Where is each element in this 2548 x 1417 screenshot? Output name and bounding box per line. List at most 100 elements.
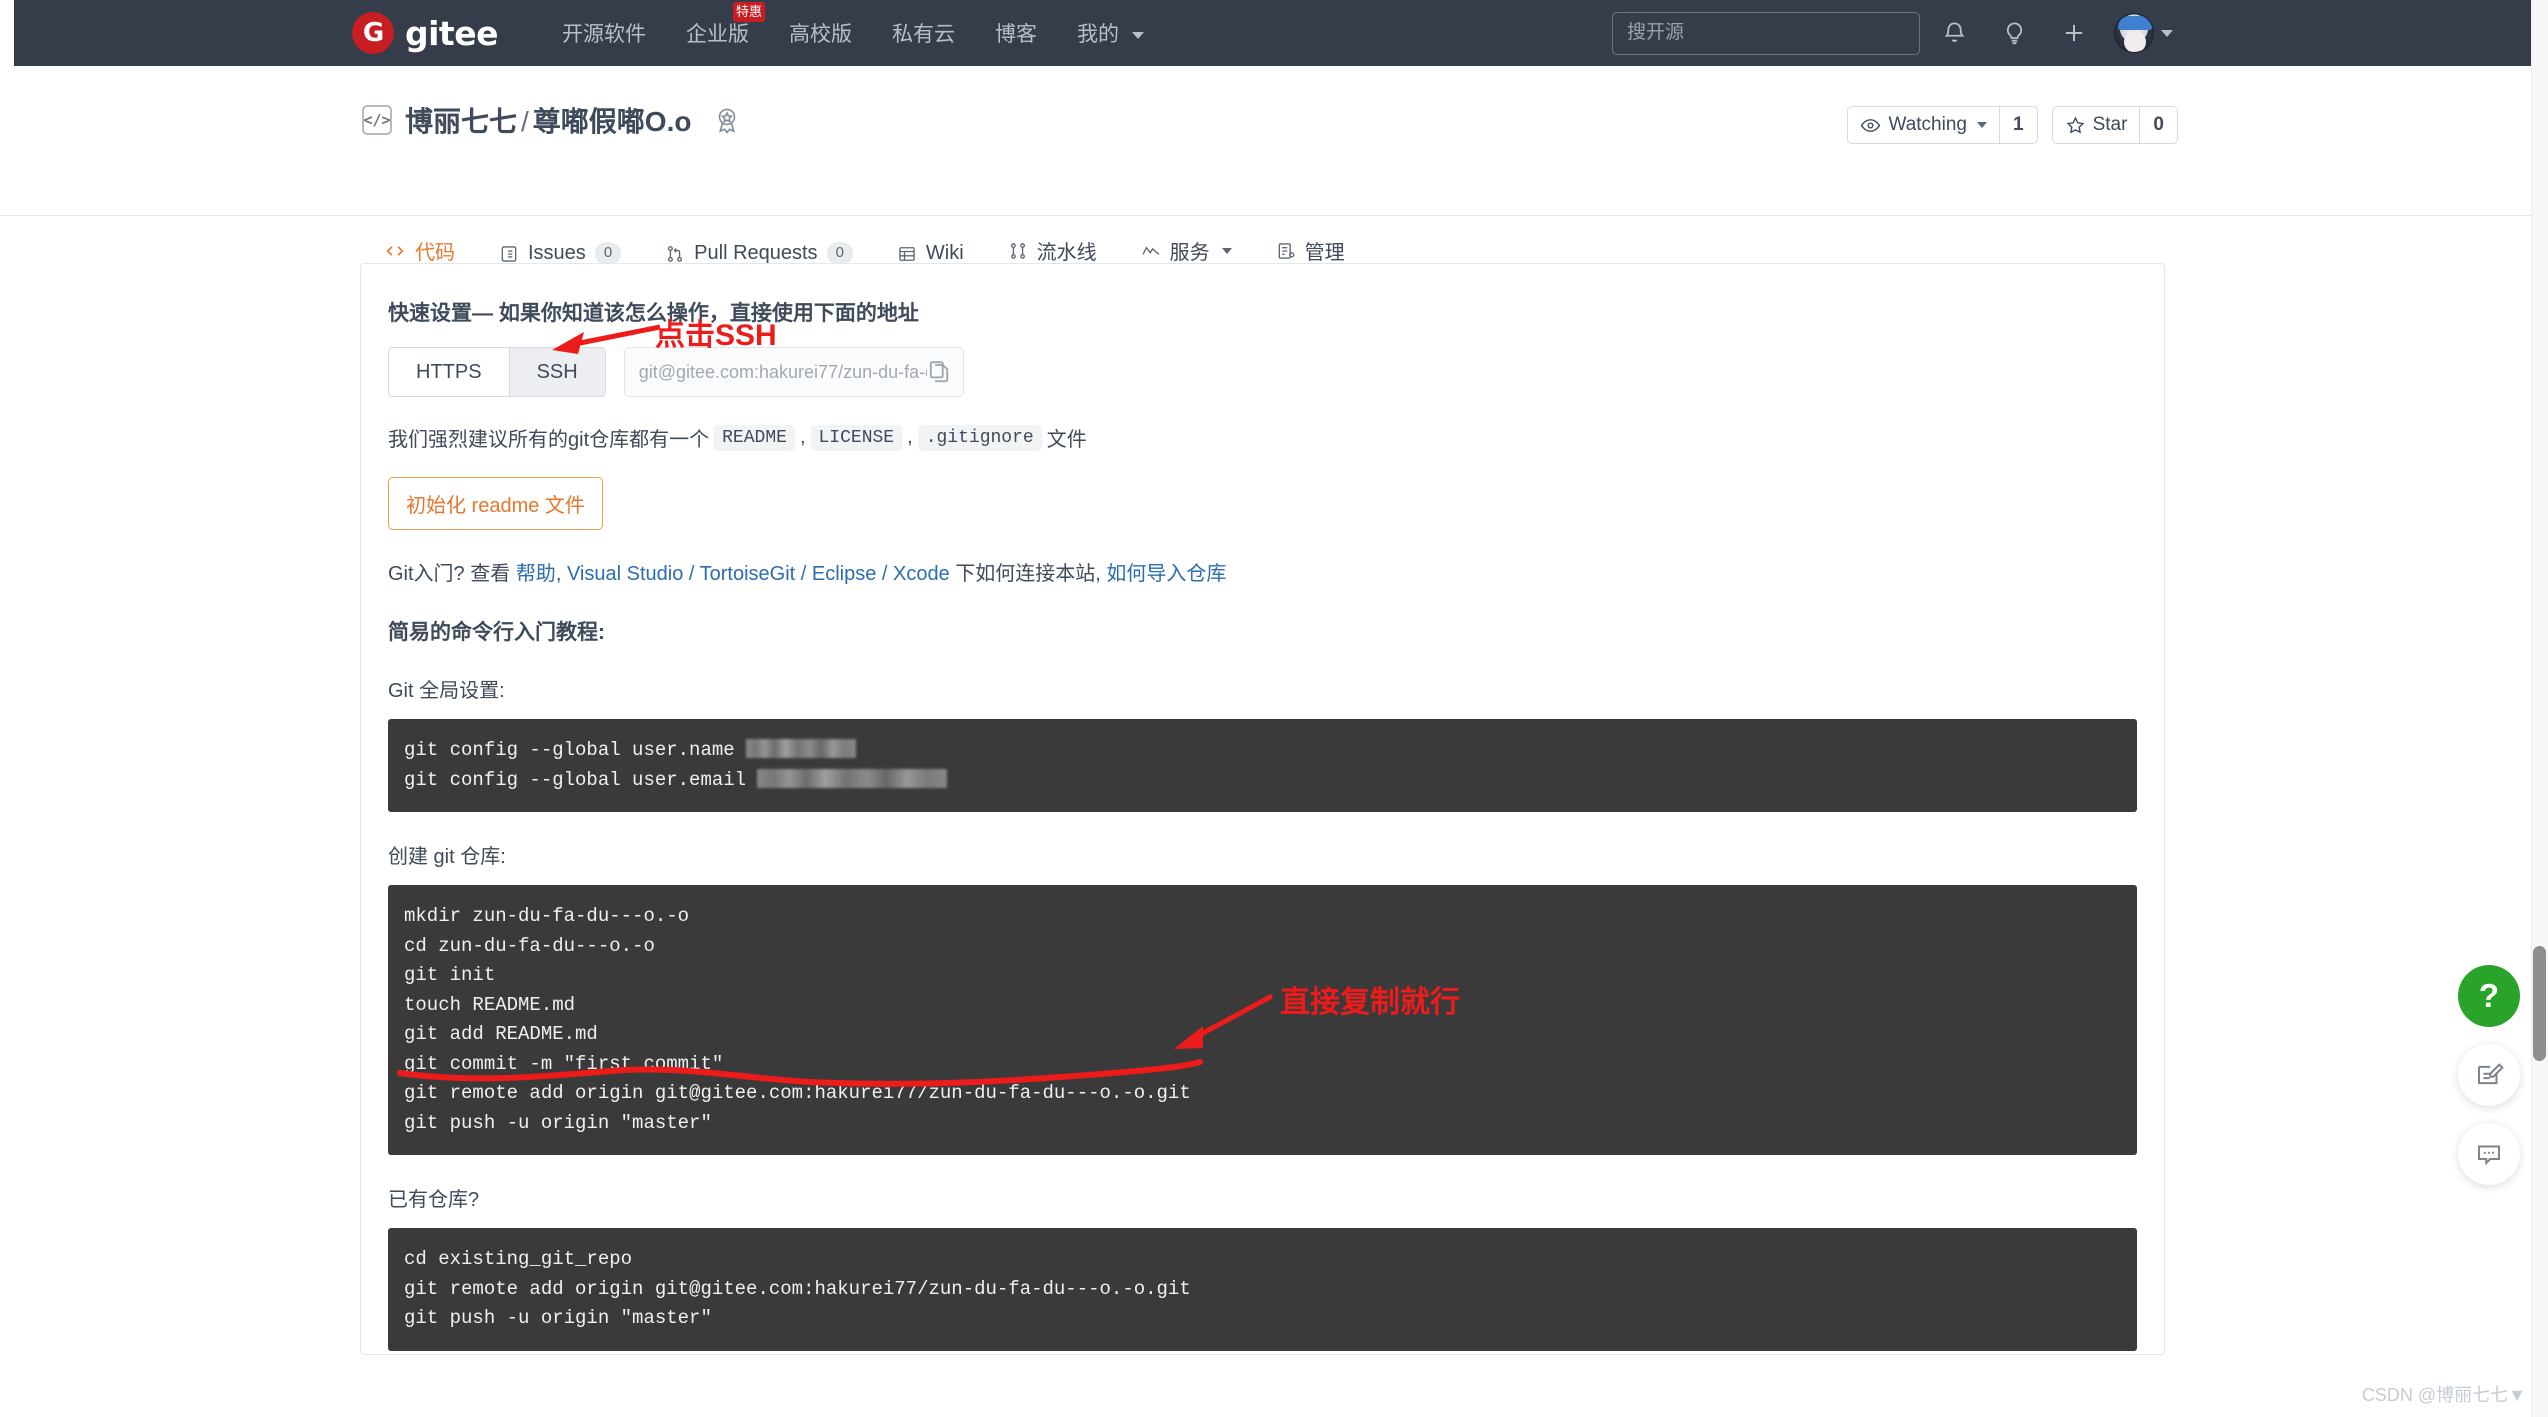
star-button[interactable]: Star [2052,106,2141,144]
nav-link-label: 企业版 [686,23,749,46]
issue-icon [499,244,519,264]
file-chip-license: LICENSE [811,425,903,451]
import-repo-link[interactable]: 如何导入仓库 [1106,563,1226,585]
copy-icon[interactable] [927,359,953,385]
git-help-comma: , [556,563,562,585]
repo-name-link[interactable]: 尊嘟假嘟O.o [533,106,692,137]
clone-url-field[interactable]: git@gitee.com:hakurei77/zun-du-fa-du---o… [624,347,964,397]
user-menu[interactable] [2114,13,2173,53]
create-repo-code: mkdir zun-du-fa-du---o.-o cd zun-du-fa-d… [388,902,2137,1138]
comma-1: , [800,426,806,449]
tutorial-heading: 简易的命令行入门教程: [388,616,2137,646]
help-button[interactable]: ? [2458,965,2520,1027]
git-help-middle: 下如何连接本站, [955,563,1101,585]
star-count[interactable]: 0 [2140,106,2178,144]
quickstart-panel: 快速设置— 如果你知道该怎么操作，直接使用下面的地址 HTTPS SSH git… [360,263,2165,1355]
nav-link-mine[interactable]: 我的 [1057,18,1164,48]
existing-repo-code: cd existing_git_repo git remote add orig… [388,1245,2137,1334]
redacted-username [746,739,856,758]
chevron-down-icon [1222,248,1232,254]
promo-badge: 特惠 [733,2,765,22]
clone-url-row: HTTPS SSH git@gitee.com:hakurei77/zun-du… [388,347,2137,397]
global-config-code-block[interactable]: git config --global user.name git config… [388,719,2137,812]
watch-count[interactable]: 1 [2000,106,2038,144]
nav-link-label: 博客 [995,23,1037,46]
nav-link-university[interactable]: 高校版 [769,18,872,48]
tab-label: 流水线 [1037,236,1097,265]
git-help-prefix: Git入门? [388,563,465,585]
create-repo-code-block[interactable]: mkdir zun-du-fa-du---o.-o cd zun-du-fa-d… [388,885,2137,1155]
recommend-files-line: 我们强烈建议所有的git仓库都有一个 README , LICENSE , .g… [388,423,2137,452]
plus-icon[interactable] [2048,11,2100,55]
https-button[interactable]: HTTPS [388,347,510,397]
pipeline-icon [1008,241,1028,261]
chevron-down-icon [2161,30,2173,37]
page-title: 博丽七七/尊嘟假嘟O.o [405,100,691,140]
quickstart-title: 快速设置— 如果你知道该怎么操作，直接使用下面的地址 [388,297,2137,327]
gitee-logo-icon: G [352,12,394,54]
chevron-down-icon [1132,32,1144,39]
nav-link-label: 我的 [1077,23,1119,46]
csdn-watermark: CSDN @博丽七七▼ [2362,1381,2526,1407]
pr-icon [665,244,685,264]
git-help-view: 查看 [470,563,510,585]
code-line-useremail: git config --global user.email [388,766,2137,796]
floating-action-buttons: ? [2458,965,2520,1185]
existing-repo-label: 已有仓库? [388,1183,2137,1212]
feedback-button[interactable] [2458,1044,2520,1106]
code-line-username: git config --global user.name [388,736,2137,766]
tab-label: Issues [528,242,586,265]
nav-links: 开源软件 特惠 企业版 高校版 私有云 博客 我的 [542,18,1164,48]
tab-label: 代码 [415,236,455,265]
breadcrumb: </> 博丽七七/尊嘟假嘟O.o [362,100,742,140]
nav-link-enterprise[interactable]: 特惠 企业版 [666,18,769,48]
existing-repo-code-block[interactable]: cd existing_git_repo git remote add orig… [388,1228,2137,1351]
chevron-down-icon [1977,122,1987,128]
page-scrollbar-track[interactable] [2531,0,2548,1417]
tab-count: 0 [595,242,621,265]
git-help-line: Git入门? 查看 帮助, Visual Studio / TortoiseGi… [388,557,2137,586]
nav-link-label: 开源软件 [562,23,646,46]
tab-label: Pull Requests [694,242,817,265]
manage-icon [1276,241,1296,261]
lightbulb-icon[interactable] [1988,11,2040,55]
page-scrollbar-thumb[interactable] [2533,946,2546,1061]
service-icon [1141,241,1161,261]
watch-button[interactable]: Watching [1847,106,2000,144]
nav-link-opensource[interactable]: 开源软件 [542,18,666,48]
tab-label: 管理 [1305,236,1345,265]
tab-label: 服务 [1170,236,1210,265]
recommend-suffix: 文件 [1047,423,1087,452]
nav-link-blog[interactable]: 博客 [975,18,1057,48]
code-brackets-icon: </> [362,105,392,135]
gitee-logo[interactable]: G gitee [352,12,498,54]
left-rail-spacer [0,0,14,66]
star-label: Star [2093,114,2128,136]
ssh-button[interactable]: SSH [510,347,606,397]
star-button-group: Star 0 [2052,106,2178,144]
file-chip-gitignore: .gitignore [918,425,1042,451]
tab-count: 0 [827,242,853,265]
recommend-prefix: 我们强烈建议所有的git仓库都有一个 [388,423,709,452]
tab-label: Wiki [926,242,964,265]
top-navigation-bar: G gitee 开源软件 特惠 企业版 高校版 私有云 博客 我的 [0,0,2548,66]
repo-owner-link[interactable]: 博丽七七 [405,106,517,137]
comma-2: , [907,426,913,449]
nav-link-label: 高校版 [789,23,852,46]
chat-button[interactable] [2458,1123,2520,1185]
award-badge-icon [712,105,742,135]
avatar [2114,13,2154,53]
nav-link-privatecloud[interactable]: 私有云 [872,18,975,48]
protocol-toggle-group: HTTPS SSH [388,347,606,397]
gitee-logo-mark-letter: G [363,20,383,46]
repository-header: </> 博丽七七/尊嘟假嘟O.o Watching 1 [0,66,2548,216]
notifications-bell-icon[interactable] [1928,11,1980,55]
init-readme-button[interactable]: 初始化 readme 文件 [388,477,603,530]
wiki-icon [897,244,917,264]
nav-link-label: 私有云 [892,23,955,46]
ide-guide-link[interactable]: Visual Studio / TortoiseGit / Eclipse / … [567,563,950,585]
watch-label: Watching [1888,114,1967,136]
create-repo-label: 创建 git 仓库: [388,840,2137,869]
search-input[interactable] [1612,12,1920,55]
help-link[interactable]: 帮助 [516,563,556,585]
